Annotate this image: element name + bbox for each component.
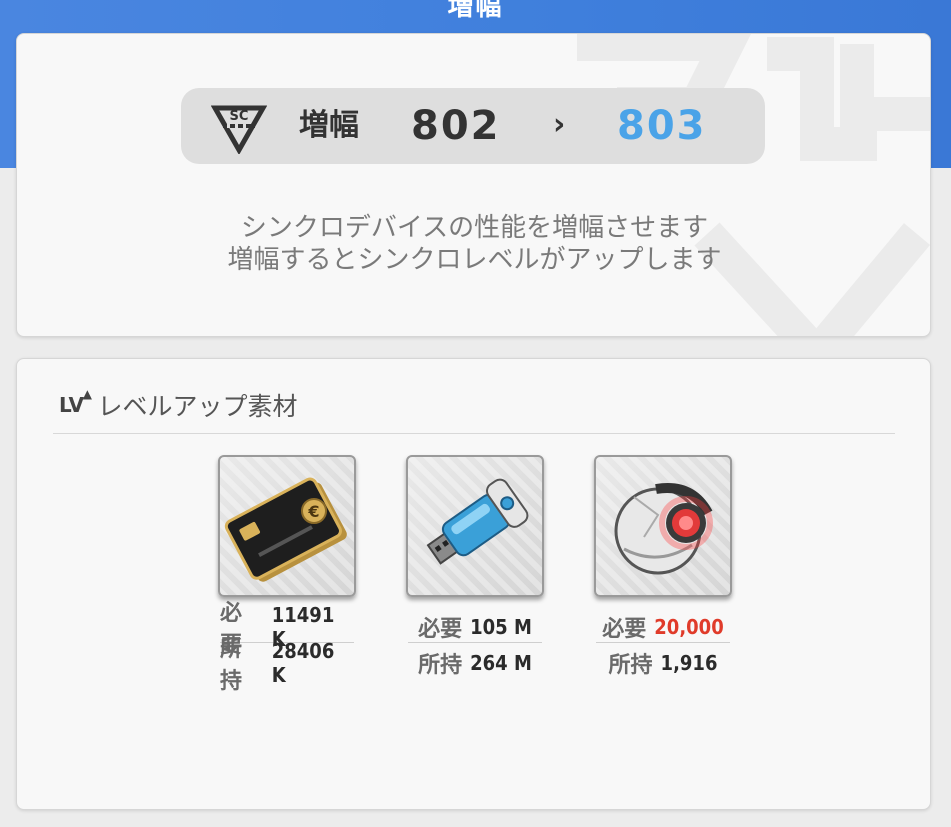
owned-value: 1,916 (660, 651, 718, 675)
next-level: 803 (617, 103, 707, 149)
current-level: 802 (411, 103, 501, 149)
materials-header: LV ▲ レベルアップ素材 (59, 385, 297, 425)
svg-text:SC: SC (230, 109, 249, 124)
materials-card: LV ▲ レベルアップ素材 € 必要 11491 K 所持 28406 K 必要… (16, 358, 931, 810)
required-label: 必要 (418, 616, 463, 642)
upgrade-card: SC 増幅 802 › 803 シンクロデバイスの性能を増幅させます 増幅すると… (16, 33, 931, 337)
material-slot[interactable] (406, 455, 544, 597)
owned-value: 264 M (470, 651, 532, 675)
level-change-bar: SC 増幅 802 › 803 (181, 88, 765, 164)
usb-drive-icon (426, 478, 529, 565)
material-slot[interactable] (594, 455, 732, 597)
owned-row: 所持 1,916 (596, 647, 730, 679)
upgrade-label: 増幅 (299, 108, 359, 143)
owned-label: 所持 (220, 637, 243, 694)
owned-row: 所持 264 M (408, 647, 542, 679)
level-up-icon: LV ▲ (59, 387, 92, 417)
materials-title: レベルアップ素材 (97, 392, 298, 421)
sc-emblem-icon: SC (211, 105, 267, 154)
owned-row: 所持 28406 K (220, 637, 354, 694)
owned-value: 28406 K (271, 639, 335, 687)
credit-card-icon: € (224, 477, 347, 582)
page-title: 増幅 (447, 0, 504, 22)
required-row: 必要 105 M (408, 611, 542, 643)
chevron-right-icon: › (553, 107, 566, 142)
description-line: 増幅するとシンクロレベルがアップします (227, 245, 722, 275)
material-slot[interactable]: € (218, 455, 356, 597)
core-orb-icon (614, 483, 713, 575)
svg-text:€: € (307, 502, 319, 521)
owned-label: 所持 (418, 653, 463, 678)
background-watermark-icon (577, 34, 930, 336)
upgrade-description: シンクロデバイスの性能を増幅させます 増幅するとシンクロレベルがアップします (17, 212, 930, 276)
required-row: 必要 20,000 (596, 611, 730, 643)
required-value: 105 M (470, 614, 532, 639)
materials-list: € 必要 11491 K 所持 28406 K 必要 105 M 所持 264 … (17, 455, 932, 695)
required-value: 20,000 (654, 614, 724, 639)
divider (53, 433, 895, 434)
description-line: シンクロデバイスの性能を増幅させます (240, 213, 709, 243)
owned-label: 所持 (608, 653, 653, 678)
required-label: 必要 (602, 616, 647, 642)
